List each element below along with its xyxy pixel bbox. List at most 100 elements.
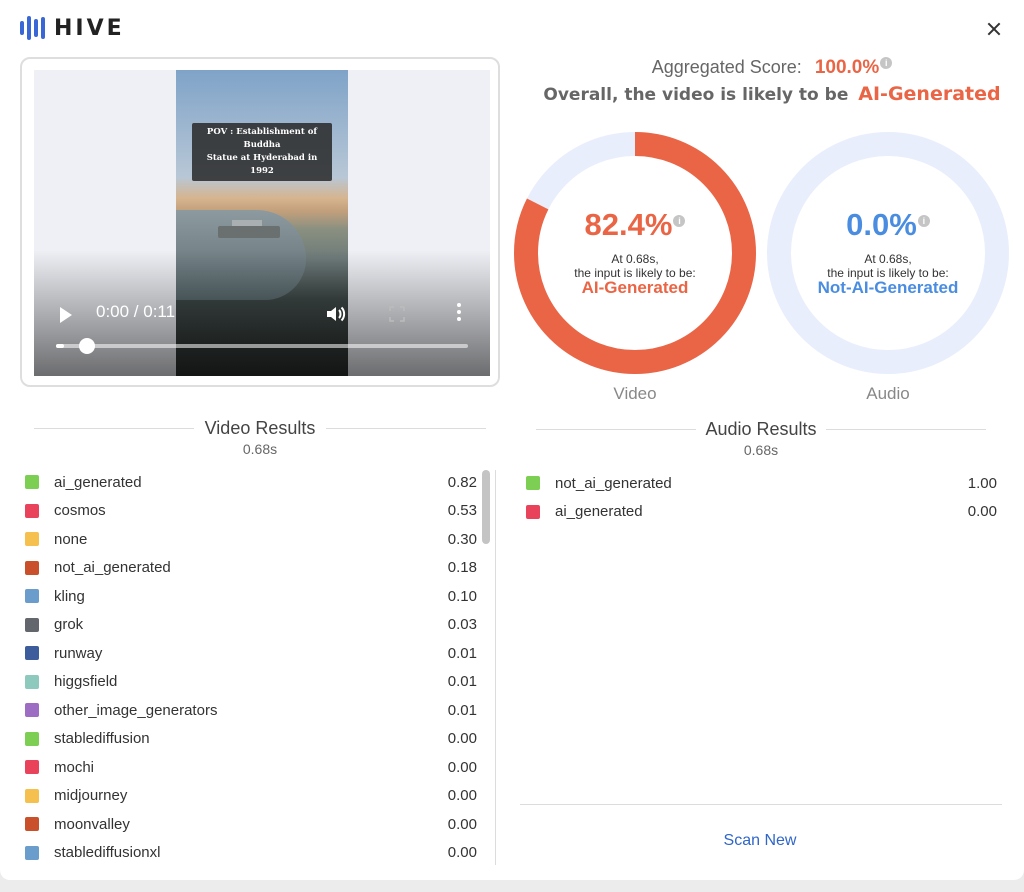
result-value: 0.10: [447, 587, 477, 605]
result-value: 0.01: [447, 673, 477, 690]
result-value: 1.00: [967, 474, 997, 492]
color-swatch: [25, 532, 39, 546]
aggregate-score: 100.0%: [814, 57, 880, 78]
video-results-time: 0.68s: [242, 441, 278, 457]
result-label: kling: [54, 587, 85, 605]
play-icon[interactable]: [60, 307, 72, 323]
more-options-icon[interactable]: [457, 303, 461, 323]
color-swatch: [25, 845, 39, 860]
result-value: 0.30: [447, 530, 477, 548]
result-value: 0.01: [447, 644, 477, 662]
result-label: moonvalley: [54, 815, 130, 833]
result-label: not_ai_generated: [555, 474, 672, 492]
list-item: kling 0.10: [25, 582, 477, 610]
result-value: 0.00: [447, 758, 477, 776]
aggregate-summary: Aggregated Score: 100.0% i Overall, the v…: [520, 57, 1024, 105]
list-item: higgsfield 0.01: [25, 668, 477, 696]
results-dialog: HIVE POV : Establishment of Buddha Statu…: [0, 0, 1024, 880]
scrollbar-thumb[interactable]: [482, 470, 490, 544]
result-label: none: [54, 530, 88, 548]
volume-icon[interactable]: [324, 302, 348, 326]
result-value: 0.00: [447, 815, 477, 833]
result-value: 0.53: [447, 502, 477, 519]
video-time: 0:00 / 0:11: [96, 302, 176, 321]
color-swatch: [526, 504, 540, 519]
result-value: 0.00: [967, 503, 997, 520]
result-label: ai_generated: [54, 473, 142, 491]
result-value: 0.82: [447, 473, 477, 491]
close-icon[interactable]: [983, 18, 1005, 40]
color-swatch: [526, 476, 540, 490]
list-item: stablediffusion 0.00: [25, 725, 477, 753]
video-score-time: At 0.68s,: [611, 252, 659, 266]
video-score-value: 82.4% i: [513, 207, 757, 243]
video-progress-track[interactable]: [56, 344, 468, 348]
result-value: 0.18: [447, 559, 477, 576]
list-item: not_ai_generated 0.18: [25, 554, 477, 582]
list-item: other_image_generators 0.01: [25, 696, 477, 724]
scan-new-button[interactable]: Scan New: [700, 832, 820, 850]
color-swatch: [25, 731, 39, 746]
list-item: stablediffusionxl 0.00: [25, 839, 477, 867]
color-swatch: [25, 560, 39, 575]
color-swatch: [25, 674, 39, 689]
color-swatch: [25, 703, 39, 717]
hive-logo: HIVE: [20, 14, 125, 42]
color-swatch: [25, 475, 39, 489]
logo-text: HIVE: [54, 15, 125, 41]
result-label: not_ai_generated: [54, 559, 171, 576]
list-item: none 0.30: [25, 525, 477, 553]
color-swatch: [25, 617, 39, 632]
color-swatch: [25, 788, 39, 803]
divider: [520, 804, 1002, 805]
result-value: 0.00: [447, 787, 477, 804]
divider: [495, 470, 496, 865]
color-swatch: [25, 817, 39, 831]
info-icon[interactable]: i: [673, 214, 686, 227]
list-item: ai_generated 0.82: [25, 468, 477, 496]
audio-score-value: 0.0% i: [766, 207, 1010, 243]
audio-donut-label: Audio: [866, 384, 910, 403]
info-icon[interactable]: i: [880, 57, 893, 69]
result-value: 0.00: [447, 730, 477, 747]
audio-score-time: At 0.68s,: [864, 252, 912, 266]
audio-score-donut: 0.0% i At 0.68s, the input is likely to b…: [766, 131, 1010, 375]
list-item: cosmos 0.53: [25, 497, 477, 525]
fullscreen-icon[interactable]: [389, 306, 405, 322]
video-results-title: Video Results: [204, 418, 316, 438]
list-item: runway 0.01: [25, 639, 477, 667]
result-label: other_image_generators: [54, 701, 218, 719]
list-item: not_ai_generated 1.00: [526, 469, 997, 497]
video-player[interactable]: POV : Establishment of Buddha Statue at …: [34, 70, 490, 376]
result-label: grok: [54, 616, 84, 633]
result-label: midjourney: [54, 787, 128, 804]
overall-result: AI-Generated: [858, 83, 1001, 105]
list-item: grok 0.03: [25, 611, 477, 639]
result-label: ai_generated: [555, 503, 643, 520]
video-score-verdict: AI-Generated: [581, 278, 689, 297]
results-scrollbar[interactable]: [481, 470, 491, 865]
list-item: mochi 0.00: [25, 753, 477, 781]
list-item: ai_generated 0.00: [526, 498, 997, 526]
result-label: higgsfield: [54, 673, 118, 690]
result-label: stablediffusion: [54, 730, 150, 747]
result-label: cosmos: [54, 502, 106, 519]
result-label: runway: [54, 644, 103, 662]
video-progress-handle[interactable]: [79, 338, 95, 354]
result-value: 0.00: [447, 844, 477, 861]
overall-text: Overall, the video is likely to be: [543, 85, 849, 105]
color-swatch: [25, 503, 39, 518]
audio-results-title: Audio Results: [705, 419, 817, 439]
result-label: stablediffusionxl: [54, 844, 161, 861]
color-swatch: [25, 646, 39, 660]
color-swatch: [25, 760, 39, 774]
audio-results-time: 0.68s: [743, 442, 779, 458]
color-swatch: [25, 589, 39, 603]
result-value: 0.01: [447, 701, 477, 719]
list-item: moonvalley 0.00: [25, 810, 477, 838]
logo-bars-icon: [20, 16, 45, 40]
video-donut-label: Video: [613, 384, 657, 403]
video-preview: POV : Establishment of Buddha Statue at …: [20, 57, 500, 387]
info-icon[interactable]: i: [917, 214, 930, 227]
audio-score-verdict: Not-AI-Generated: [817, 278, 959, 297]
